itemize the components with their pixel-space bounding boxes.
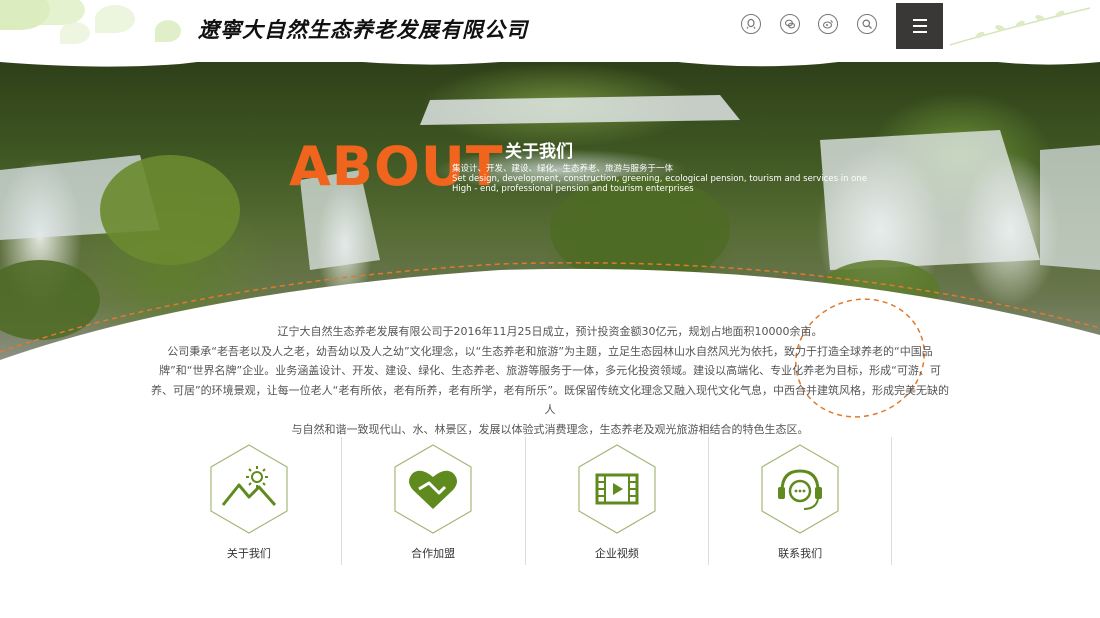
- about-subtitle-en: Set design, development, construction, g…: [452, 174, 867, 184]
- about-subtitle-en-2: High - end, professional pension and tou…: [452, 184, 694, 194]
- heart-handshake-icon: [394, 444, 472, 534]
- site-header: 遼寧大自然生态养老发展有限公司: [0, 0, 1100, 62]
- feature-contact-us[interactable]: 联系我们: [708, 437, 892, 565]
- feature-about-us[interactable]: 关于我们: [157, 437, 341, 565]
- intro-line: 养、可居”的环境景观，让每一位老人“老有所依，老有所养，老有所学，老有所乐”。既…: [150, 383, 950, 417]
- menu-bar-icon: [912, 19, 927, 21]
- feature-label: 联系我们: [778, 547, 823, 560]
- headset-chat-icon: [761, 444, 839, 534]
- company-intro: 辽宁大自然生态养老发展有限公司于2016年11月25日成立，预计投资金额30亿元…: [150, 322, 950, 439]
- menu-bar-icon: [912, 31, 927, 33]
- weibo-icon[interactable]: [818, 14, 838, 34]
- leaf-decoration: [0, 0, 200, 60]
- intro-line: 公司秉承“老吾老以及人之老，幼吾幼以及人之幼”文化理念，以“生态养老和旅游”为主…: [167, 344, 933, 358]
- qq-icon[interactable]: [741, 14, 761, 34]
- film-play-icon: [578, 444, 656, 534]
- mountain-sun-icon: [210, 444, 288, 534]
- feature-partnership[interactable]: 合作加盟: [340, 437, 525, 565]
- about-heading-cn: 关于我们: [505, 142, 573, 162]
- intro-line: 辽宁大自然生态养老发展有限公司于2016年11月25日成立，预计投资金额30亿元…: [277, 325, 823, 338]
- feature-label: 关于我们: [226, 547, 271, 560]
- vine-decoration: [949, 7, 1091, 46]
- feature-label: 企业视频: [594, 547, 639, 560]
- about-subtitle-cn: 集设计、开发、建设、绿化、生态养老、旅游与服务于一体: [452, 164, 674, 174]
- intro-line: 牌”和“世界名牌”企业。业务涵盖设计、开发、建设、绿化、生态养老、旅游等服务于一…: [159, 364, 941, 377]
- feature-label: 合作加盟: [411, 547, 456, 560]
- search-icon[interactable]: [857, 14, 877, 34]
- hamburger-menu-button[interactable]: [896, 3, 943, 49]
- wechat-icon[interactable]: [780, 14, 800, 34]
- company-logo-text[interactable]: 遼寧大自然生态养老发展有限公司: [198, 14, 528, 44]
- menu-bar-icon: [912, 25, 927, 27]
- feature-links: 关于我们 合作加盟 企业视频 联系我们: [157, 437, 892, 565]
- feature-company-video[interactable]: 企业视频: [524, 437, 709, 565]
